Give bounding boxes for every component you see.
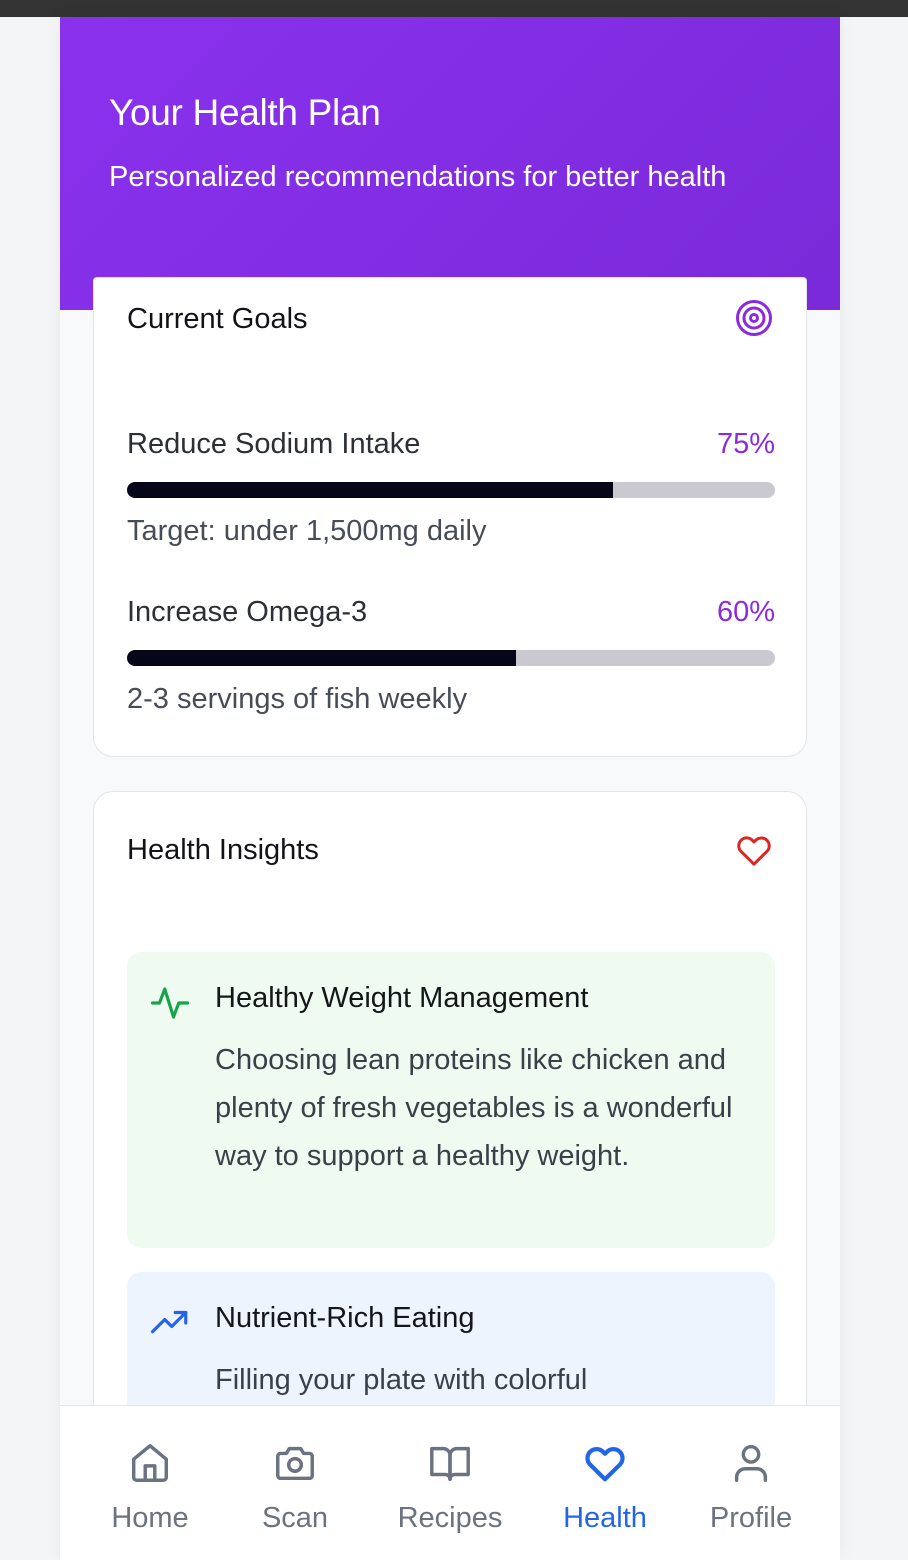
insight-title: Nutrient-Rich Eating [215, 1302, 475, 1334]
activity-pulse-icon [150, 987, 190, 1019]
home-icon [131, 1444, 169, 1482]
insight-body: Filling your plate with colorful [215, 1364, 588, 1396]
goal-progress-fill [127, 650, 516, 666]
nav-scan[interactable]: Scan [217, 1406, 373, 1560]
health-insights-title: Health Insights [127, 834, 319, 866]
current-goals-card: Current Goals Reduce Sodium Intake 75% T… [93, 277, 807, 757]
goal-note: 2-3 servings of fish weekly [127, 683, 468, 715]
nav-home[interactable]: Home [72, 1406, 228, 1560]
goal-note: Target: under 1,500mg daily [127, 515, 487, 547]
target-icon [736, 300, 772, 336]
nav-label: Recipes [397, 1502, 503, 1534]
nav-health[interactable]: Health [527, 1406, 683, 1560]
goal-percent: 60% [716, 596, 775, 628]
nav-label: Health [563, 1502, 647, 1534]
page-subtitle: Personalized recommendations for better … [109, 161, 727, 193]
goal-progress-bar [127, 482, 775, 498]
goal-name: Increase Omega-3 [127, 596, 368, 628]
trending-up-icon [150, 1310, 188, 1334]
nav-recipes[interactable]: Recipes [372, 1406, 528, 1560]
nav-profile[interactable]: Profile [673, 1406, 829, 1560]
camera-icon [276, 1446, 314, 1481]
insight-weight-management: Healthy Weight Management Choosing lean … [127, 952, 775, 1248]
bottom-navigation: Home Scan Recipes Health Profile [60, 1405, 840, 1560]
heart-icon [585, 1447, 625, 1482]
nav-label: Home [111, 1502, 189, 1534]
goal-progress-fill [127, 482, 613, 498]
nav-label: Scan [261, 1502, 329, 1534]
goal-progress-bar [127, 650, 775, 666]
heart-icon [737, 836, 771, 866]
insight-body: Choosing lean proteins like chicken and … [215, 1044, 733, 1172]
health-plan-header: Your Health Plan Personalized recommenda… [60, 17, 840, 310]
browser-top-bar [0, 0, 908, 17]
goal-percent: 75% [716, 428, 775, 460]
user-icon [734, 1444, 768, 1482]
insight-title: Healthy Weight Management [215, 982, 589, 1014]
goal-name: Reduce Sodium Intake [127, 428, 421, 460]
current-goals-title: Current Goals [127, 303, 308, 335]
app-screen: Your Health Plan Personalized recommenda… [60, 17, 840, 1560]
book-open-icon [430, 1446, 470, 1482]
page-title: Your Health Plan [109, 92, 381, 133]
nav-label: Profile [709, 1502, 793, 1534]
